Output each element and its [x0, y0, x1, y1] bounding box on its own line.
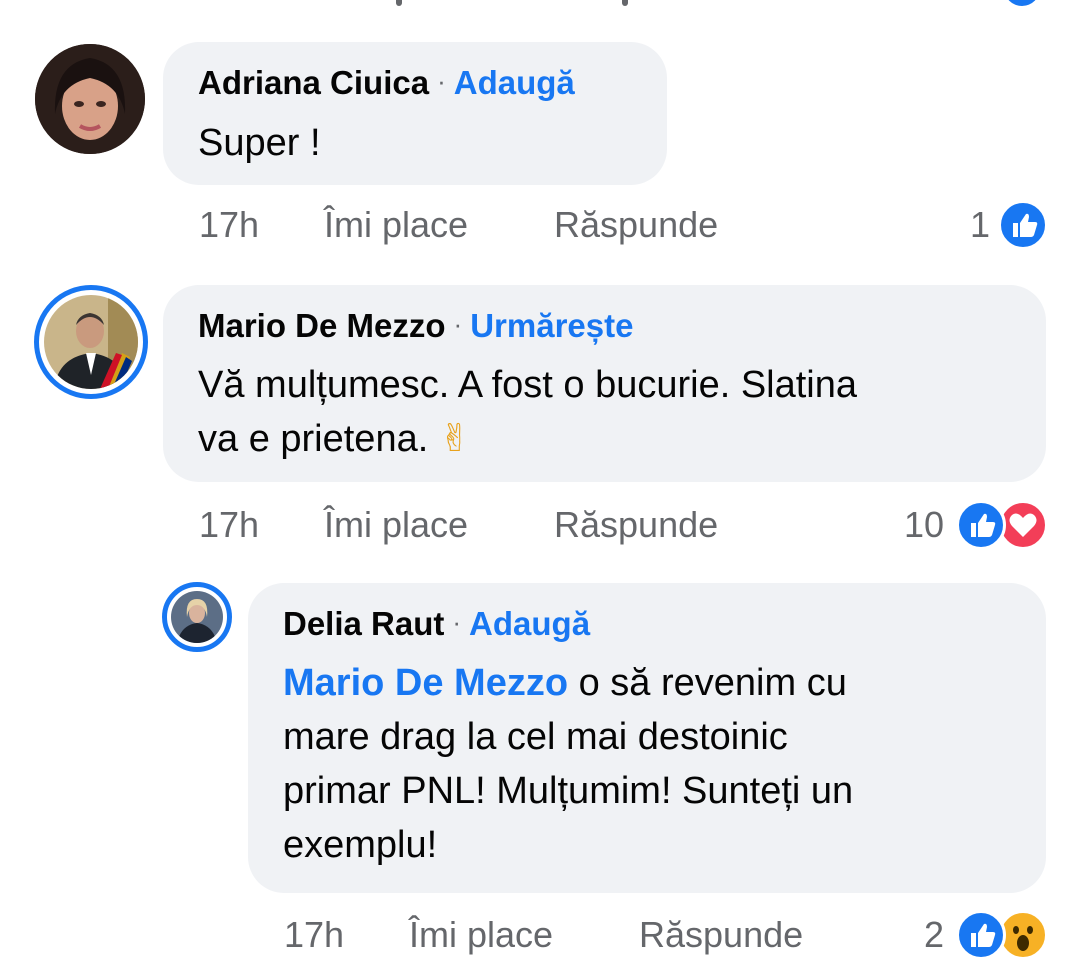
add-friend-link[interactable]: Adaugă — [469, 605, 590, 642]
comment-text: Mario De Mezzo o să revenim cu mare drag… — [283, 656, 853, 872]
reply-button[interactable]: Răspunde — [639, 914, 803, 956]
comment-author[interactable]: Mario De Mezzo — [198, 307, 446, 344]
comment-text: Super ! — [198, 122, 321, 164]
reaction-count[interactable]: 2 — [900, 914, 944, 956]
separator-dot: · — [453, 309, 463, 339]
comment-author[interactable]: Delia Raut — [283, 605, 444, 642]
like-comment-button[interactable]: Îmi place — [324, 204, 468, 246]
victory-hand-emoji: ✌ — [438, 418, 471, 460]
comment-text-line: mare drag la cel mai destoinic — [283, 716, 788, 758]
comment-text-line: primar PNL! Mulțumim! Sunteți un — [283, 770, 854, 812]
follow-link[interactable]: Urmărește — [470, 307, 633, 344]
comment-meta: 17h Îmi place Răspunde — [0, 204, 1080, 250]
avatar-delia[interactable] — [162, 582, 232, 652]
like-comment-button[interactable]: Îmi place — [409, 914, 553, 956]
comment-author[interactable]: Adriana Ciuica — [198, 64, 429, 101]
like-icon[interactable] — [998, 200, 1048, 250]
comment-text: Vă mulțumesc. A fost o bucurie. Slatina … — [198, 358, 857, 466]
comment-text-line: exemplu! — [283, 824, 438, 866]
comment-bubble-mario[interactable]: Mario De Mezzo · Urmărește Vă mulțumesc. A… — [163, 285, 1046, 482]
separator-dot: · — [437, 66, 446, 96]
reply-button[interactable]: Răspunde — [554, 204, 718, 246]
avatar-adriana[interactable] — [35, 44, 145, 154]
avatar-mario[interactable] — [34, 285, 148, 399]
separator-dot: · — [452, 607, 462, 637]
reaction-count[interactable]: 10 — [880, 504, 944, 546]
reaction-count[interactable]: 1 — [930, 204, 990, 246]
like-icon[interactable] — [956, 910, 1006, 960]
comment-text-line: Mario De Mezzo o să revenim cu — [283, 662, 847, 704]
reply-button[interactable]: Răspunde — [554, 504, 718, 546]
comment-text-line: Vă mulțumesc. A fost o bucurie. Slatina — [198, 364, 858, 406]
comment-time[interactable]: 17h — [199, 204, 259, 246]
mention-link[interactable]: Mario De Mezzo — [283, 662, 568, 704]
comment-bubble-delia[interactable]: Delia Raut · Adaugă Mario De Mezzo o să re… — [248, 583, 1046, 893]
add-friend-link[interactable]: Adaugă — [454, 64, 575, 101]
like-comment-button[interactable]: Îmi place — [324, 504, 468, 546]
comment-time[interactable]: 17h — [284, 914, 344, 956]
previous-meta-remnant — [0, 0, 1080, 8]
comment-bubble-adriana[interactable]: Adriana Ciuica · Adaugă Super ! — [163, 42, 667, 185]
like-icon[interactable] — [956, 500, 1006, 550]
comment-text-line: va e prietena. ✌ — [198, 418, 471, 460]
comment-time[interactable]: 17h — [199, 504, 259, 546]
